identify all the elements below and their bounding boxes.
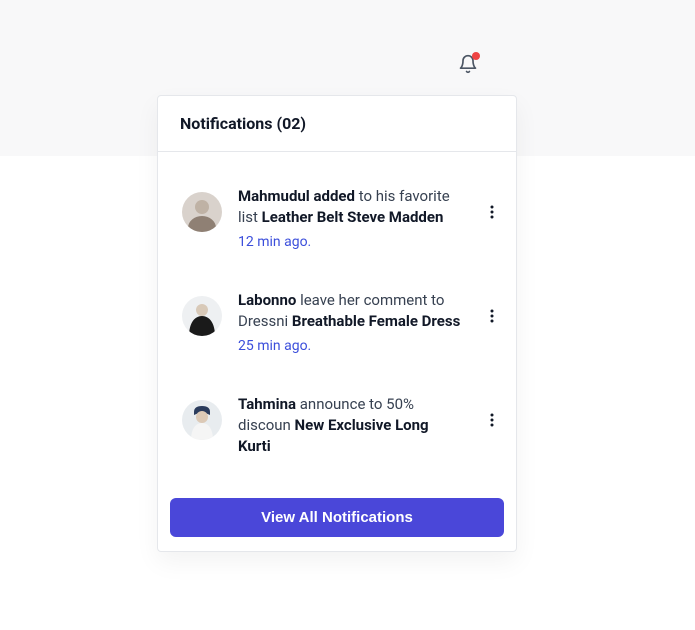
avatar (182, 192, 222, 232)
notification-content: Mahmudul added to his favorite list Leat… (238, 186, 464, 250)
panel-footer: View All Notifications (158, 484, 516, 551)
more-vertical-icon (484, 204, 500, 220)
notification-item[interactable]: Mahmudul added to his favorite list Leat… (158, 166, 516, 270)
notification-content: Labonno leave her comment to Dressni Bre… (238, 290, 464, 354)
avatar (182, 296, 222, 336)
notification-time: 12 min ago. (238, 234, 464, 250)
notification-item[interactable]: Tahmina announce to 50% discoun New Excl… (158, 374, 516, 483)
view-all-button[interactable]: View All Notifications (170, 498, 504, 537)
more-options-button[interactable] (480, 304, 504, 328)
notification-dot (472, 52, 480, 60)
notification-text: Tahmina announce to 50% discoun New Excl… (238, 394, 464, 457)
more-vertical-icon (484, 412, 500, 428)
bell-icon (458, 54, 478, 74)
notification-text: Labonno leave her comment to Dressni Bre… (238, 290, 464, 332)
more-options-button[interactable] (480, 408, 504, 432)
avatar (182, 400, 222, 440)
notification-text: Mahmudul added to his favorite list Leat… (238, 186, 464, 228)
notification-item[interactable]: Labonno leave her comment to Dressni Bre… (158, 270, 516, 374)
notification-time: 25 min ago. (238, 338, 464, 354)
notification-content: Tahmina announce to 50% discoun New Excl… (238, 394, 464, 463)
more-vertical-icon (484, 308, 500, 324)
panel-header: Notifications (02) (158, 96, 516, 152)
panel-title: Notifications (02) (180, 114, 494, 133)
notifications-panel: Notifications (02) Mahmudul added to his… (157, 95, 517, 552)
notifications-list: Mahmudul added to his favorite list Leat… (158, 152, 516, 484)
bell-button[interactable] (458, 54, 478, 74)
more-options-button[interactable] (480, 200, 504, 224)
